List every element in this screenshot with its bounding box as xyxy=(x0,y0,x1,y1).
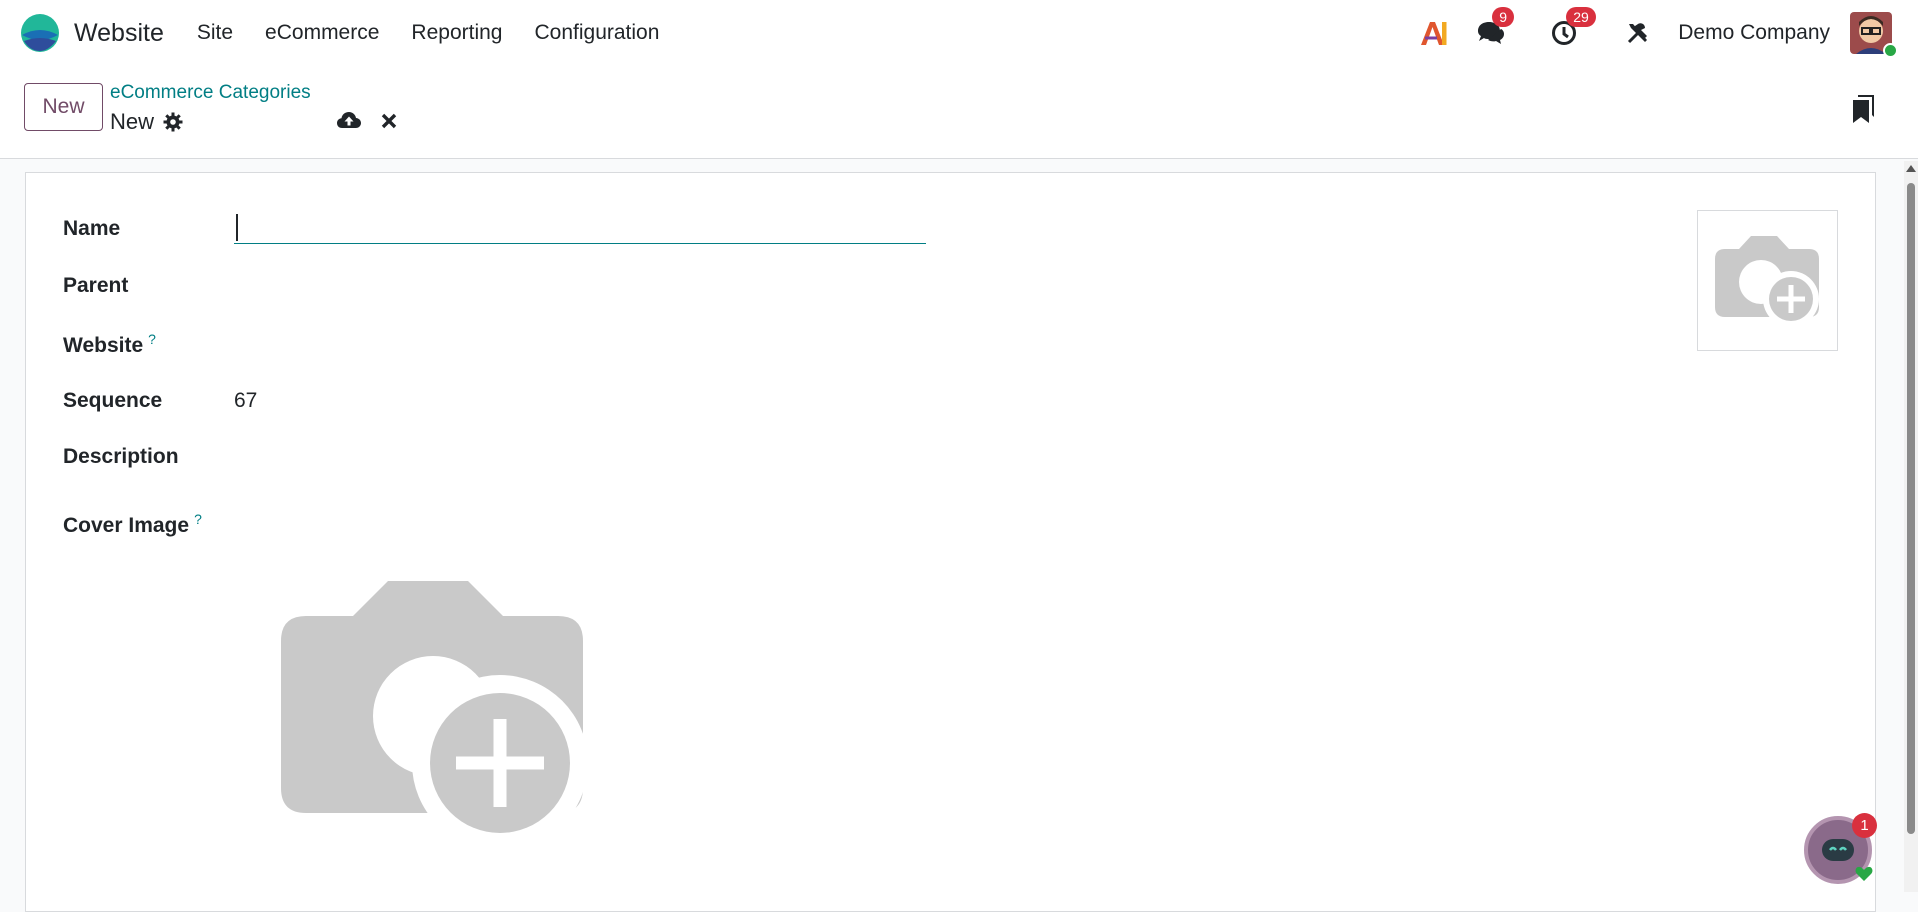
bookmark-icon xyxy=(1853,95,1874,123)
close-icon xyxy=(381,113,397,129)
category-image-field[interactable] xyxy=(1697,210,1838,351)
cover-image-label-text: Cover Image xyxy=(63,514,190,537)
cover-image-label: Cover Image? xyxy=(63,511,202,538)
menu-reporting[interactable]: Reporting xyxy=(395,21,518,45)
scroll-thumb[interactable] xyxy=(1907,183,1915,834)
menu-site[interactable]: Site xyxy=(181,21,249,45)
vertical-scrollbar[interactable] xyxy=(1904,161,1918,892)
text-cursor xyxy=(236,214,238,241)
odoo-website-logo-icon xyxy=(21,14,59,52)
website-label: Website? xyxy=(63,331,156,358)
scroll-up-arrow-icon[interactable] xyxy=(1906,165,1916,172)
breadcrumb-ecommerce-categories[interactable]: eCommerce Categories xyxy=(110,82,311,104)
website-help-icon[interactable]: ? xyxy=(148,331,156,347)
new-button[interactable]: New xyxy=(24,83,103,131)
activities-badge: 29 xyxy=(1566,7,1596,27)
discard-button[interactable] xyxy=(381,113,397,134)
user-avatar[interactable] xyxy=(1850,12,1898,58)
menu-ecommerce[interactable]: eCommerce xyxy=(249,21,395,45)
robot-face-icon xyxy=(1822,839,1854,861)
form-sheet: Name Parent Website? Sequence 67 Descrip… xyxy=(25,172,1876,912)
cover-image-help-icon[interactable]: ? xyxy=(194,511,202,527)
online-status-dot xyxy=(1883,43,1898,58)
camera-add-icon xyxy=(281,581,588,851)
gear-icon xyxy=(163,112,183,132)
app-name: Website xyxy=(74,18,164,47)
name-input[interactable] xyxy=(234,210,926,244)
cloud-upload-icon xyxy=(337,112,361,128)
ai-icon xyxy=(1421,22,1447,45)
camera-add-icon xyxy=(1714,235,1819,327)
heart-icon xyxy=(1855,866,1873,881)
description-label: Description xyxy=(63,445,179,468)
messages-button[interactable]: 9 xyxy=(1472,7,1515,51)
parent-label: Parent xyxy=(63,274,129,297)
name-label: Name xyxy=(63,217,121,240)
company-switcher[interactable]: Demo Company xyxy=(1678,21,1830,45)
website-label-text: Website xyxy=(63,334,144,357)
systray: 9 29 Demo Company xyxy=(1416,0,1918,66)
tools-icon xyxy=(1628,23,1648,44)
top-navbar: Website Site eCommerce Reporting Configu… xyxy=(0,0,1918,66)
bookmark-button[interactable] xyxy=(1852,95,1874,128)
livechat-badge: 1 xyxy=(1852,813,1877,838)
ai-button[interactable] xyxy=(1416,15,1452,51)
save-button[interactable] xyxy=(337,111,361,134)
menu-configuration[interactable]: Configuration xyxy=(518,21,675,45)
messages-badge: 9 xyxy=(1492,7,1515,27)
actions-gear-button[interactable] xyxy=(163,112,183,137)
record-name: New xyxy=(110,109,155,134)
cover-image-field[interactable] xyxy=(278,578,588,858)
debug-button[interactable] xyxy=(1620,15,1656,51)
sequence-label: Sequence xyxy=(63,389,163,412)
app-brand[interactable]: Website xyxy=(20,13,181,53)
activities-button[interactable]: 29 xyxy=(1546,7,1596,51)
control-panel: New eCommerce Categories New xyxy=(0,66,1918,159)
sequence-value[interactable]: 67 xyxy=(234,389,257,413)
